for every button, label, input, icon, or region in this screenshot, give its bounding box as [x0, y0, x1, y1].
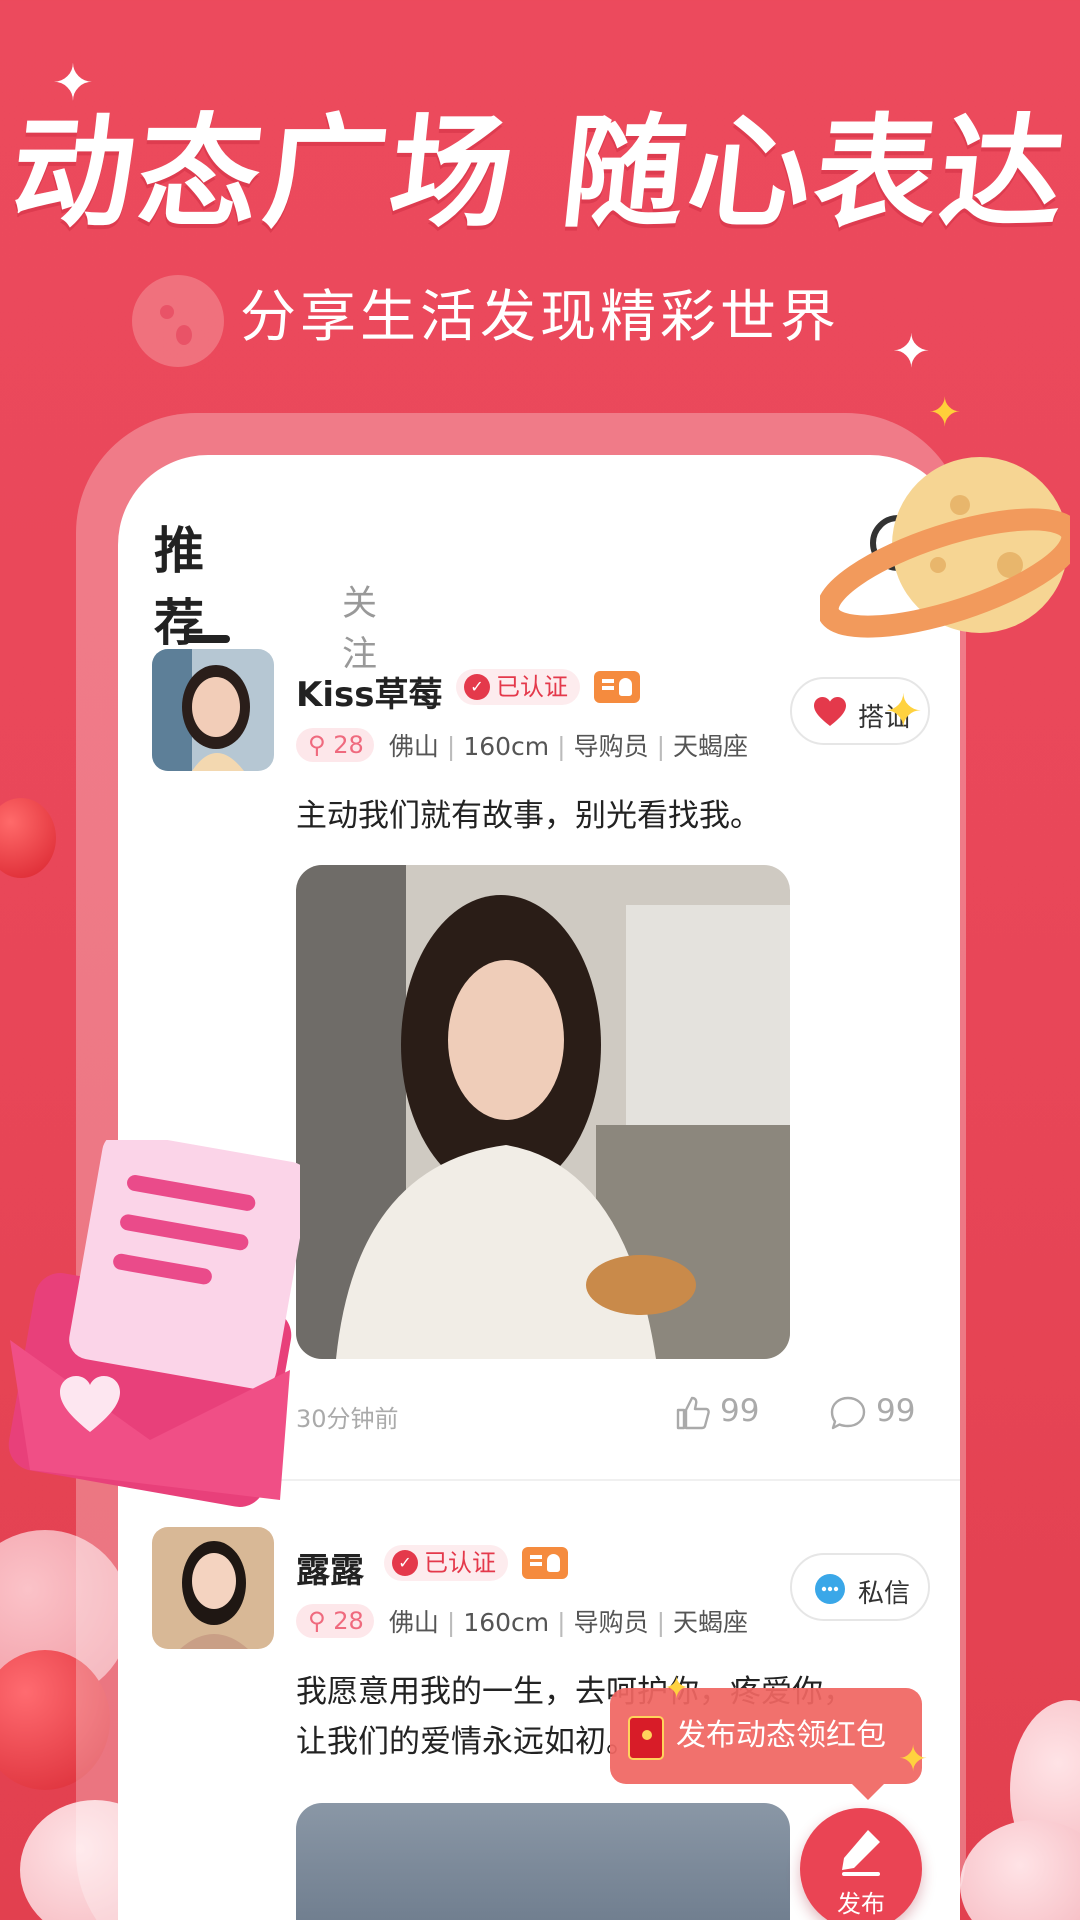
height: 160cm [463, 732, 550, 761]
pen-icon [842, 1830, 880, 1876]
planet-blob-icon [132, 275, 224, 367]
verified-check-icon: ✓ [464, 674, 490, 700]
age-value: 28 [333, 1607, 364, 1635]
tab-follow[interactable]: 关注 [342, 575, 377, 677]
height: 160cm [463, 1608, 550, 1637]
publish-button[interactable]: 发布 [800, 1808, 922, 1920]
sparkle-star-icon: ✦ [52, 54, 94, 112]
user-meta: ⚲ 28 佛山 | 160cm | 导购员 | 天蝎座 [296, 1603, 748, 1639]
sparkle-star-icon: ✦ [892, 324, 931, 378]
zodiac: 天蝎座 [673, 732, 749, 761]
red-packet-icon [628, 1716, 664, 1760]
verified-badge: ✓ 已认证 [384, 1545, 508, 1581]
tab-indicator [184, 635, 230, 643]
thumbs-up-icon [676, 1396, 710, 1429]
username[interactable]: 露露 [296, 1543, 364, 1592]
sparkle-star-icon: ✦ [898, 1739, 929, 1780]
city: 佛山 [388, 732, 439, 761]
sparkle-star-icon: ✦ [664, 1671, 690, 1706]
sparkle-star-icon: ✦ [884, 684, 923, 738]
job: 导购员 [573, 732, 649, 761]
comment-button[interactable]: 99 [830, 1393, 915, 1430]
post-photo[interactable] [296, 1803, 790, 1920]
job: 导购员 [573, 1608, 649, 1637]
post-text: 主动我们就有故事，别光看找我。 [296, 798, 761, 834]
heart-icon [814, 697, 846, 726]
message-button[interactable]: 私信 [790, 1553, 930, 1621]
hero-subtitle: 分享生活发现精彩世界 [240, 285, 840, 350]
promo-label: 发布动态领红包 [676, 1718, 886, 1753]
zodiac: 天蝎座 [673, 1608, 749, 1637]
comment-count: 99 [876, 1393, 916, 1429]
message-label: 私信 [858, 1579, 911, 1609]
like-button[interactable]: 99 [676, 1393, 759, 1430]
publish-label: 发布 [837, 1890, 885, 1918]
decor-ball [960, 1820, 1080, 1920]
age-value: 28 [333, 731, 364, 759]
red-packet-promo[interactable]: 发布动态领红包 [610, 1688, 922, 1800]
avatar[interactable] [152, 1527, 274, 1649]
love-letter-icon [8, 1140, 300, 1507]
age-tag: ⚲ 28 [296, 728, 374, 762]
tab-recommend[interactable]: 推荐 [154, 511, 204, 655]
verified-label: 已认证 [424, 1549, 496, 1577]
hero-title: 动态广场 随心表达 [5, 102, 1075, 244]
verified-badge: ✓ 已认证 [456, 669, 580, 705]
comment-icon [830, 1396, 866, 1429]
verified-check-icon: ✓ [392, 1550, 418, 1576]
sparkle-star-icon: ✦ [928, 390, 962, 436]
planet-decoration-icon [820, 457, 1070, 638]
id-card-icon [522, 1547, 568, 1579]
chat-bubble-icon [815, 1574, 845, 1604]
city: 佛山 [388, 1608, 439, 1637]
post-photo[interactable] [296, 865, 790, 1359]
id-card-icon [594, 671, 640, 703]
verified-label: 已认证 [496, 673, 568, 701]
meta-info: 佛山 | 160cm | 导购员 | 天蝎座 [388, 1608, 749, 1637]
like-count: 99 [720, 1393, 760, 1429]
decor-ball [0, 798, 56, 878]
user-meta: ⚲ 28 佛山 | 160cm | 导购员 | 天蝎座 [296, 727, 748, 763]
avatar[interactable] [152, 649, 274, 771]
age-tag: ⚲ 28 [296, 1604, 374, 1638]
post-time: 30分钟前 [296, 1405, 399, 1433]
meta-info: 佛山 | 160cm | 导购员 | 天蝎座 [388, 732, 749, 761]
username[interactable]: Kiss草莓 [296, 667, 442, 716]
